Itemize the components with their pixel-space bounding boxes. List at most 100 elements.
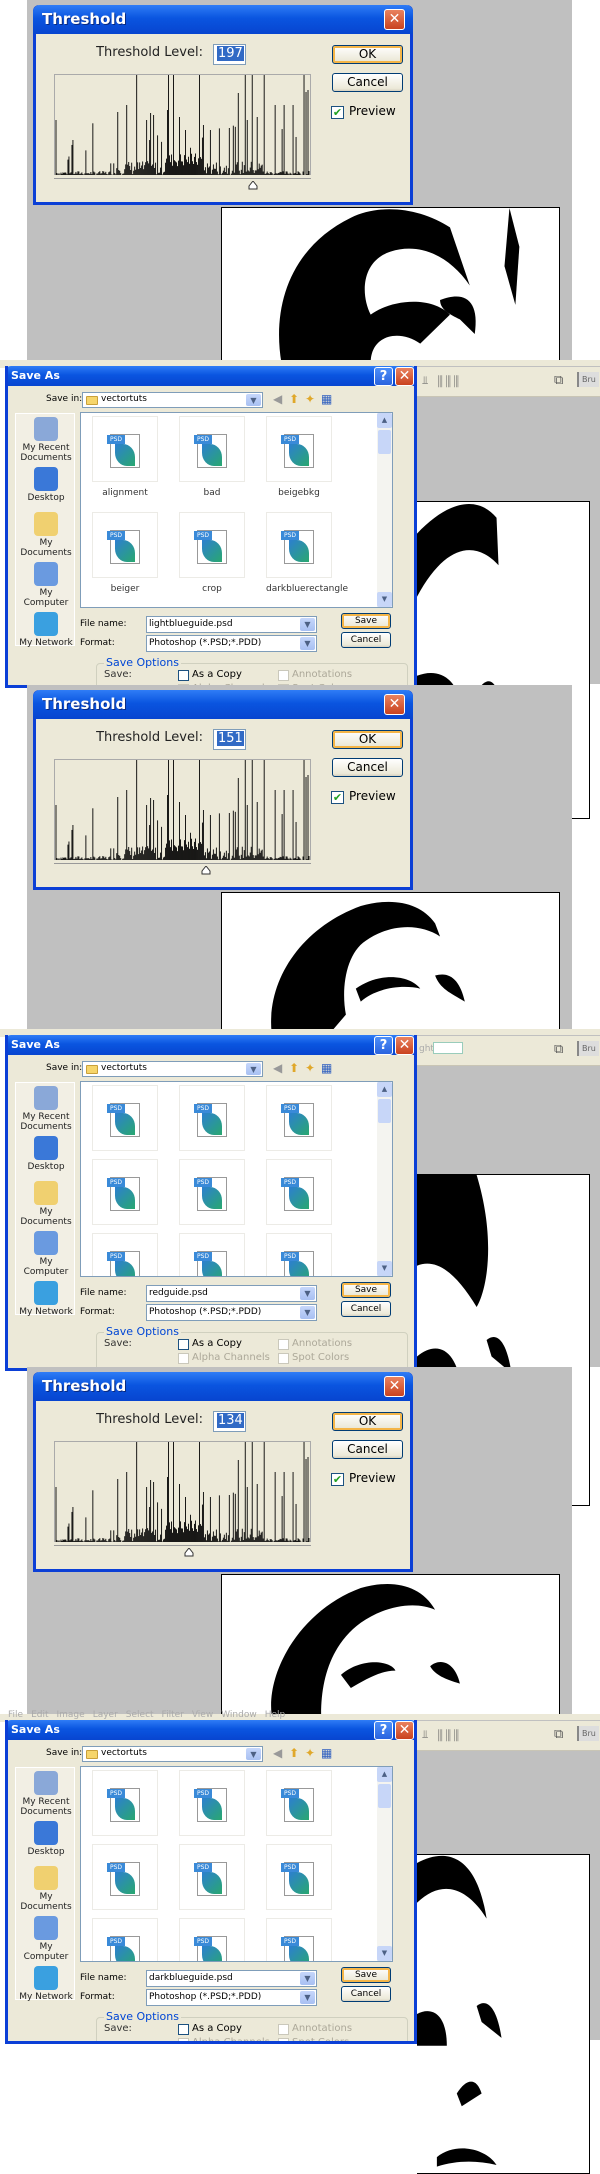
place-my-documents[interactable]: My Documents	[16, 1181, 76, 1227]
menu-item-image[interactable]: Image	[57, 1710, 85, 1720]
title-bar[interactable]: Threshold ✕	[33, 690, 413, 719]
file-item[interactable]: PSD	[266, 1918, 332, 1961]
save-button[interactable]: Save	[341, 613, 391, 629]
cancel-button[interactable]: Cancel	[341, 1986, 391, 2002]
views-menu-icon[interactable]: ▦	[321, 392, 332, 406]
palette-well-icon[interactable]: ⧉	[554, 373, 563, 388]
place-my-recent-documents[interactable]: My Recent Documents	[16, 417, 76, 463]
scroll-down-button[interactable]: ▼	[377, 1261, 392, 1276]
scroll-up-button[interactable]: ▲	[377, 1082, 392, 1097]
scroll-down-button[interactable]: ▼	[377, 1946, 392, 1961]
place-my-network[interactable]: My Network	[16, 1966, 76, 2002]
cancel-button[interactable]: Cancel	[341, 1301, 391, 1317]
palette-well-icon[interactable]: ⧉	[554, 1727, 563, 1742]
dropdown-arrow-icon[interactable]: ▼	[300, 1306, 315, 1319]
dropdown-arrow-icon[interactable]: ▼	[300, 1287, 315, 1300]
menu-item-help[interactable]: Help	[265, 1710, 286, 1720]
file-item[interactable]: PSD	[92, 1085, 158, 1151]
place-my-documents[interactable]: My Documents	[16, 1866, 76, 1912]
threshold-slider-icon[interactable]	[184, 1547, 194, 1557]
preview-checkbox[interactable]: ✔	[331, 791, 344, 804]
place-my-network[interactable]: My Network	[16, 612, 76, 648]
file-item[interactable]: PSD	[179, 1844, 245, 1910]
file-name-input[interactable]: lightblueguide.psd ▼	[146, 616, 317, 633]
title-bar[interactable]: Save As? ✕	[8, 1720, 414, 1740]
file-name-input[interactable]: redguide.psd ▼	[146, 1285, 317, 1302]
save-in-combo[interactable]: vectortuts ▼	[82, 1061, 263, 1077]
file-item[interactable]: PSD	[266, 1159, 332, 1225]
title-bar[interactable]: Save As? ✕	[8, 1035, 414, 1055]
back-arrow-icon[interactable]: ◀	[273, 1061, 282, 1075]
file-item[interactable]: PSD	[179, 1085, 245, 1151]
palette-well-icon[interactable]: ⧉	[554, 1042, 563, 1057]
file-item[interactable]: PSD crop	[179, 512, 245, 594]
file-item[interactable]: PSD darkbluerectangle	[266, 512, 348, 594]
file-item[interactable]: PSD	[179, 1233, 245, 1276]
back-arrow-icon[interactable]: ◀	[273, 392, 282, 406]
menu-item-window[interactable]: Window	[221, 1710, 257, 1720]
file-item[interactable]: PSD	[266, 1233, 332, 1276]
threshold-slider-icon[interactable]	[248, 180, 258, 190]
back-arrow-icon[interactable]: ◀	[273, 1746, 282, 1760]
ok-button[interactable]: OK	[332, 1412, 403, 1431]
place-my-computer[interactable]: My Computer	[16, 1916, 76, 1962]
help-button[interactable]: ?	[374, 367, 393, 386]
scroll-thumb[interactable]	[378, 1099, 391, 1123]
cancel-button[interactable]: Cancel	[341, 632, 391, 648]
close-button[interactable]: ✕	[384, 9, 405, 30]
preview-checkbox[interactable]: ✔	[331, 106, 344, 119]
file-item[interactable]: PSD	[266, 1770, 332, 1836]
file-item[interactable]: PSD beigebkg	[266, 416, 332, 498]
scroll-thumb[interactable]	[378, 1784, 391, 1808]
title-bar[interactable]: Threshold ✕	[33, 5, 413, 34]
threshold-level-input[interactable]: 134	[213, 1411, 246, 1432]
dropdown-arrow-icon[interactable]: ▼	[246, 394, 261, 406]
cancel-button[interactable]: Cancel	[332, 1440, 403, 1459]
close-button[interactable]: ✕	[384, 1376, 405, 1397]
close-button[interactable]: ✕	[395, 1036, 414, 1055]
help-button[interactable]: ?	[374, 1721, 393, 1740]
scroll-up-button[interactable]: ▲	[377, 413, 392, 428]
dropdown-arrow-icon[interactable]: ▼	[246, 1063, 261, 1075]
dropdown-arrow-icon[interactable]: ▼	[300, 1972, 315, 1985]
file-item[interactable]: PSD bad	[179, 416, 245, 498]
palette-tab-brushes[interactable]: Bru	[577, 1041, 599, 1056]
views-menu-icon[interactable]: ▦	[321, 1746, 332, 1760]
dropdown-arrow-icon[interactable]: ▼	[246, 1748, 261, 1760]
file-item[interactable]: PSD	[92, 1918, 158, 1961]
scroll-thumb[interactable]	[378, 430, 391, 454]
place-my-computer[interactable]: My Computer	[16, 562, 76, 608]
up-folder-icon[interactable]: ⬆	[289, 1061, 299, 1075]
file-item[interactable]: PSD	[179, 1159, 245, 1225]
ok-button[interactable]: OK	[332, 730, 403, 749]
dropdown-arrow-icon[interactable]: ▼	[300, 1991, 315, 2004]
file-item[interactable]: PSD	[92, 1844, 158, 1910]
palette-tab-brushes[interactable]: Bru	[577, 372, 599, 387]
place-my-computer[interactable]: My Computer	[16, 1231, 76, 1277]
file-item[interactable]: PSD	[92, 1770, 158, 1836]
menu-item-layer[interactable]: Layer	[93, 1710, 118, 1720]
ok-button[interactable]: OK	[332, 45, 403, 64]
dropdown-arrow-icon[interactable]: ▼	[300, 618, 315, 631]
toolbar-field[interactable]	[433, 1042, 463, 1054]
cancel-button[interactable]: Cancel	[332, 758, 403, 777]
place-my-recent-documents[interactable]: My Recent Documents	[16, 1086, 76, 1132]
new-folder-icon[interactable]: ✦	[305, 1746, 315, 1760]
place-my-network[interactable]: My Network	[16, 1281, 76, 1317]
new-folder-icon[interactable]: ✦	[305, 1061, 315, 1075]
place-desktop[interactable]: Desktop	[16, 467, 76, 503]
place-desktop[interactable]: Desktop	[16, 1821, 76, 1857]
option-checkbox-as-a-copy[interactable]	[178, 1339, 189, 1350]
preview-checkbox[interactable]: ✔	[331, 1473, 344, 1486]
menu-item-select[interactable]: Select	[126, 1710, 154, 1720]
file-item[interactable]: PSD	[92, 1233, 158, 1276]
dropdown-arrow-icon[interactable]: ▼	[300, 637, 315, 650]
format-select[interactable]: Photoshop (*.PSD;*.PDD) ▼	[146, 1304, 317, 1321]
save-in-combo[interactable]: vectortuts ▼	[82, 392, 263, 408]
file-item[interactable]: PSD	[266, 1844, 332, 1910]
help-button[interactable]: ?	[374, 1036, 393, 1055]
save-in-combo[interactable]: vectortuts ▼	[82, 1746, 263, 1762]
views-menu-icon[interactable]: ▦	[321, 1061, 332, 1075]
file-item[interactable]: PSD	[179, 1770, 245, 1836]
option-checkbox-as-a-copy[interactable]	[178, 2024, 189, 2035]
